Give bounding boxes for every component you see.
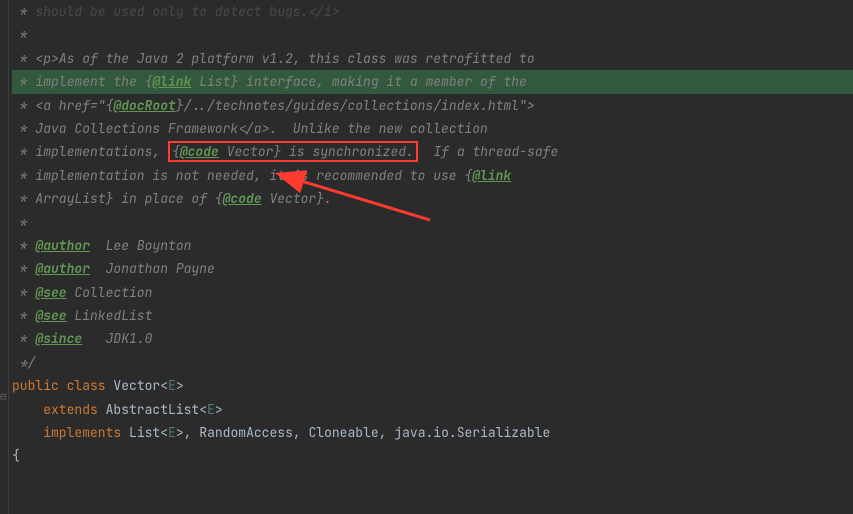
- gutter: [0, 0, 9, 514]
- code-line: * Java Collections Framework</a>. Unlike…: [12, 117, 853, 140]
- code-line: extends AbstractList<E>: [12, 398, 853, 421]
- code-line-highlighted: * implement the {@link List} interface, …: [12, 70, 853, 93]
- code-line: * <a href="{@docRoot}/../technotes/guide…: [12, 94, 853, 117]
- code-line: * @author Jonathan Payne: [12, 257, 853, 280]
- code-line: * should be used only to detect bugs.</i…: [12, 0, 853, 23]
- code-line: * @see LinkedList: [12, 304, 853, 327]
- code-line: {: [12, 444, 853, 467]
- code-line: public class Vector<E>: [12, 374, 853, 397]
- fold-marker[interactable]: ⊟: [0, 388, 7, 408]
- code-line: * @since JDK1.0: [12, 327, 853, 350]
- code-line: *: [12, 23, 853, 46]
- code-line: * @see Collection: [12, 281, 853, 304]
- code-line: implements List<E>, RandomAccess, Clonea…: [12, 421, 853, 444]
- code-editor[interactable]: * should be used only to detect bugs.</i…: [0, 0, 853, 468]
- code-line: * implementation is not needed, it is re…: [12, 164, 853, 187]
- code-line: * @author Lee Boynton: [12, 234, 853, 257]
- code-line: * <p>As of the Java 2 platform v1.2, thi…: [12, 47, 853, 70]
- code-line: * ArrayList} in place of {@code Vector}.: [12, 187, 853, 210]
- annotation-box: {@code Vector} is synchronized.: [168, 141, 418, 162]
- code-line: * implementations, {@code Vector} is syn…: [12, 140, 853, 163]
- code-line: */: [12, 351, 853, 374]
- code-line: *: [12, 211, 853, 234]
